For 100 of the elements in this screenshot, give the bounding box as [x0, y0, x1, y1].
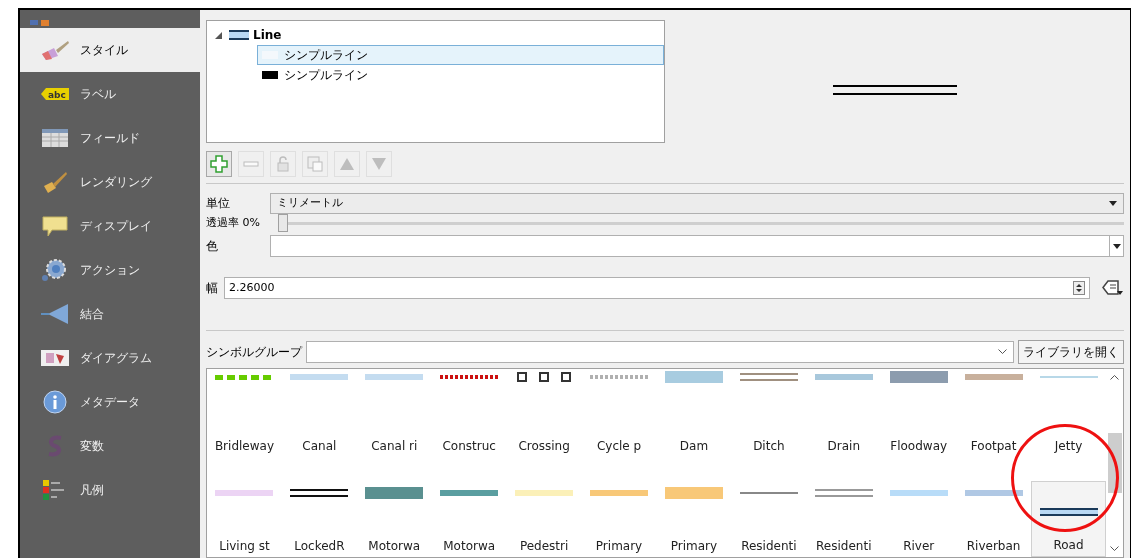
opacity-slider-track[interactable] — [278, 214, 1124, 232]
symbol-item[interactable]: Dam — [656, 369, 732, 463]
sidebar-item[interactable]: 凡例 — [20, 468, 200, 512]
add-icon — [210, 155, 228, 173]
symbol-item[interactable]: Bridleway — [207, 369, 282, 463]
tree-root-label[interactable]: Line — [253, 26, 282, 44]
symbol-item[interactable]: Motorwa — [431, 463, 507, 557]
symbol-item[interactable]: Riverban — [956, 463, 1032, 557]
tree-item[interactable]: シンプルライン — [257, 65, 664, 85]
sidebar-item[interactable]: 変数 — [20, 424, 200, 468]
symbol-name: Riverban — [966, 538, 1021, 555]
symbol-item[interactable]: Canal — [281, 369, 357, 463]
table-icon — [40, 126, 70, 150]
sidebar-label: ラベル — [80, 86, 116, 103]
data-defined-icon[interactable] — [1102, 279, 1124, 297]
symbol-item[interactable]: River — [881, 463, 957, 557]
dropdown-arrow-icon — [1109, 200, 1117, 206]
sidebar-item[interactable]: フィールド — [20, 116, 200, 160]
spin-arrows-icon — [1073, 281, 1085, 295]
sidebar-item[interactable]: メタデータ — [20, 380, 200, 424]
symbol-name: Motorwa — [368, 538, 421, 555]
symbol-name: River — [903, 538, 935, 555]
symbol-item[interactable]: Footpat — [956, 369, 1032, 463]
symbol-name: Primary — [595, 538, 643, 555]
symbol-name: Motorwa — [443, 538, 496, 555]
opacity-label: 透過率 0% — [206, 214, 261, 231]
symbol-name: Bridleway — [214, 438, 274, 455]
symbol-item[interactable]: Floodway — [881, 369, 957, 463]
symbol-item[interactable]: Pedestri — [506, 463, 582, 557]
sidebar-label: メタデータ — [80, 394, 140, 411]
symbol-item[interactable]: Residenti — [806, 463, 882, 557]
symbol-name: Residenti — [816, 538, 872, 555]
symbol-item[interactable]: Motorwa — [356, 463, 432, 557]
sidebar-item[interactable]: スタイル — [20, 28, 200, 72]
symbol-group-dropdown[interactable] — [306, 340, 1014, 363]
color-picker[interactable] — [270, 235, 1124, 257]
sidebar-item[interactable]: アクション — [20, 248, 200, 292]
symbol-name: Primary — [670, 538, 718, 555]
symbol-item[interactable]: Crossing — [506, 369, 582, 463]
symbol-name: Cycle p — [596, 438, 642, 455]
color-label: 色 — [206, 238, 219, 255]
sidebar-label: アクション — [80, 262, 140, 279]
sidebar-item[interactable]: abc ラベル — [20, 72, 200, 116]
symbol-item[interactable]: Primary — [581, 463, 657, 557]
sidebar-label: 結合 — [80, 306, 104, 323]
symbol-name: Construc — [442, 438, 496, 455]
tree-item-label: シンプルライン — [284, 47, 368, 64]
symbol-name: Crossing — [518, 438, 570, 455]
line-symbol-icon — [229, 29, 249, 41]
width-label: 幅 — [206, 280, 218, 297]
symbol-name: Footpat — [970, 438, 1017, 455]
symbol-item[interactable]: Jetty — [1031, 369, 1106, 463]
sidebar-item[interactable]: レンダリング — [20, 160, 200, 204]
symbol-item[interactable]: Living st — [207, 463, 282, 557]
symbol-item[interactable]: Ditch — [731, 369, 807, 463]
sidebar-item[interactable]: 結合 — [20, 292, 200, 336]
layer-tool-button[interactable] — [206, 151, 232, 177]
chevron-down-icon — [1110, 546, 1119, 551]
symbol-name: Living st — [219, 538, 270, 555]
symbol-name: Ditch — [753, 438, 785, 455]
symbol-name: Drain — [827, 438, 860, 455]
sidebar-label: スタイル — [80, 42, 128, 59]
sidebar-item[interactable]: ディスプレイ — [20, 204, 200, 248]
opacity-slider-thumb[interactable] — [278, 214, 288, 232]
arrow-icon — [40, 302, 70, 326]
duplicate-icon — [306, 155, 324, 173]
speech-bubble-icon — [40, 214, 70, 238]
symbol-item[interactable]: Construc — [431, 369, 507, 463]
symbol-name: Canal ri — [371, 438, 418, 455]
symbol-item[interactable]: Primary — [656, 463, 732, 557]
dropdown-arrow-icon — [1112, 243, 1121, 249]
sidebar-label: 凡例 — [80, 482, 104, 499]
unit-dropdown[interactable]: ミリメートル — [270, 192, 1124, 214]
paintbrush-icon — [40, 38, 70, 62]
symbol-item[interactable]: Canal ri — [356, 369, 432, 463]
unit-label: 単位 — [206, 195, 231, 212]
symbol-item[interactable]: Road — [1031, 481, 1106, 557]
info-icon — [40, 390, 70, 414]
symbol-item[interactable]: LockedR — [281, 463, 357, 557]
tree-item[interactable]: シンプルライン — [257, 45, 664, 65]
expand-arrow-icon[interactable] — [215, 31, 222, 39]
symbol-name: Residenti — [741, 538, 797, 555]
toolbar-icon — [28, 20, 52, 28]
chevron-up-icon — [1110, 375, 1119, 380]
sidebar-label: 変数 — [80, 438, 104, 455]
width-spinbox[interactable]: 2.26000 — [224, 277, 1090, 299]
sidebar-label: ディスプレイ — [80, 218, 152, 235]
sidebar-label: レンダリング — [80, 174, 152, 191]
lock-icon — [274, 155, 292, 173]
symbol-name: Floodway — [890, 438, 948, 455]
symbol-name: Canal — [302, 438, 337, 455]
symbol-item[interactable]: Residenti — [731, 463, 807, 557]
symbol-item[interactable]: Cycle p — [581, 369, 657, 463]
sidebar-item[interactable]: ダイアグラム — [20, 336, 200, 380]
symbol-group-label: シンボルグループ — [206, 343, 302, 361]
symbol-item[interactable]: Drain — [806, 369, 882, 463]
open-library-button[interactable]: ライブラリを開く — [1018, 339, 1124, 364]
sidebar-label: フィールド — [80, 130, 140, 147]
symbol-name: LockedR — [294, 538, 345, 555]
symbol-name: Dam — [679, 438, 709, 455]
